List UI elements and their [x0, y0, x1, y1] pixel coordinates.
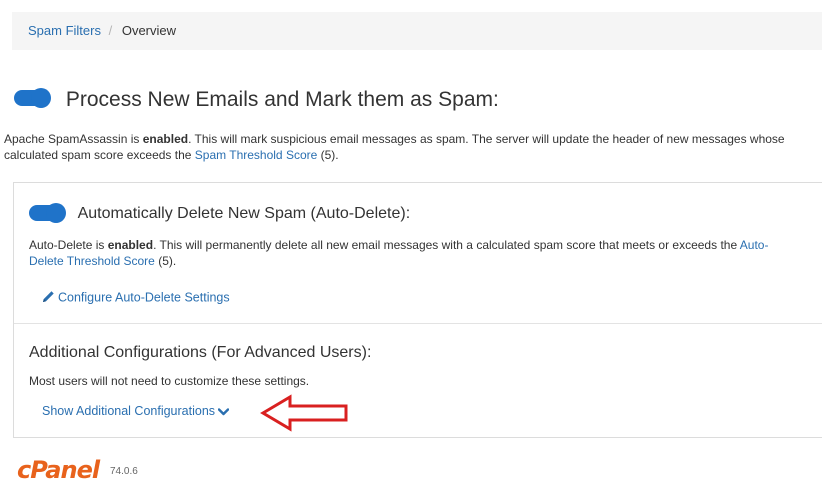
auto-delete-description: Auto-Delete is enabled. This will perman… [29, 237, 789, 269]
breadcrumb-current: Overview [121, 23, 177, 38]
description-text: (5). [154, 254, 177, 268]
breadcrumb-link-spam-filters[interactable]: Spam Filters [28, 23, 101, 38]
show-additional-configurations-link[interactable]: Show Additional Configurations [42, 404, 230, 419]
configure-auto-delete-label: Configure Auto-Delete Settings [58, 290, 230, 305]
description-text: . This will permanently delete all new e… [153, 238, 740, 252]
description-text: Auto-Delete is [29, 238, 108, 252]
cpanel-logo: cPanel [17, 456, 100, 484]
auto-delete-header: Automatically Delete New Spam (Auto-Dele… [29, 202, 411, 223]
status-enabled: enabled [107, 238, 154, 252]
advanced-title: Additional Configurations (For Advanced … [29, 344, 372, 361]
description-text: Apache SpamAssassin is [4, 132, 143, 146]
auto-delete-title: Automatically Delete New Spam (Auto-Dele… [77, 205, 411, 222]
chevron-down-icon [217, 405, 230, 419]
process-spam-description: Apache SpamAssassin is enabled. This wil… [4, 131, 816, 163]
spam-threshold-link[interactable]: Spam Threshold Score [195, 148, 318, 162]
advanced-section: Additional Configurations (For Advanced … [14, 324, 822, 438]
auto-delete-toggle[interactable] [29, 202, 66, 223]
settings-panel: Automatically Delete New Spam (Auto-Dele… [13, 182, 822, 438]
show-additional-configurations-label: Show Additional Configurations [42, 404, 216, 418]
process-spam-title: Process New Emails and Mark them as Spam… [65, 88, 499, 111]
process-spam-header: Process New Emails and Mark them as Spam… [14, 88, 499, 112]
advanced-description: Most users will not need to customize th… [29, 374, 310, 388]
version-number: 74.0.6 [110, 466, 138, 477]
configure-auto-delete-link[interactable]: Configure Auto-Delete Settings [42, 290, 230, 306]
pencil-icon [42, 290, 56, 306]
annotation-arrow-icon [260, 394, 348, 432]
process-spam-toggle[interactable] [14, 88, 51, 109]
auto-delete-section: Automatically Delete New Spam (Auto-Dele… [14, 183, 822, 324]
breadcrumb: Spam Filters / Overview [12, 12, 822, 50]
description-text: (5). [317, 148, 339, 162]
status-enabled: enabled [142, 132, 189, 146]
breadcrumb-separator: / [108, 23, 113, 38]
